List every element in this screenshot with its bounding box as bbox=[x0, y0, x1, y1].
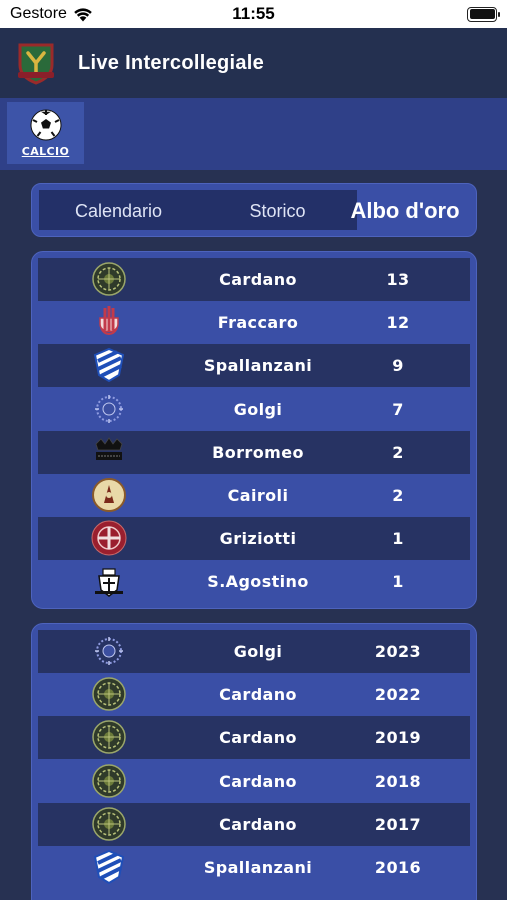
winner-year: 2016 bbox=[374, 858, 422, 877]
table-row[interactable]: Cardano 2022 bbox=[38, 673, 470, 717]
college-name: Cardano bbox=[219, 728, 297, 748]
winner-year: 2019 bbox=[374, 728, 422, 748]
app-title: Live Intercollegiale bbox=[78, 51, 265, 74]
segment-calendario[interactable]: Calendario bbox=[39, 184, 198, 238]
college-name: Cardano bbox=[219, 270, 297, 289]
sagostino-crest-icon bbox=[91, 563, 127, 599]
titles-count: 13 bbox=[386, 270, 410, 289]
golgi-crest-icon bbox=[91, 633, 127, 669]
winner-year: 2017 bbox=[374, 814, 422, 834]
table-row[interactable]: Griziotti 1 bbox=[38, 517, 470, 561]
college-name: Golgi bbox=[233, 399, 283, 419]
segment-albo-doro[interactable]: Albo d'oro bbox=[332, 184, 478, 238]
college-name: Golgi bbox=[233, 642, 283, 661]
winners-by-year-card: Golgi 2023 Cardano 2022 Cardano 2019 Cardano 20… bbox=[31, 623, 477, 900]
titles-count: 2 bbox=[392, 486, 404, 505]
fraccaro-crest-icon bbox=[91, 304, 127, 340]
carrier-label: Gestore bbox=[10, 5, 67, 22]
titles-count: 9 bbox=[392, 356, 404, 376]
winner-year: 2022 bbox=[374, 685, 422, 705]
college-name: Cairoli bbox=[227, 486, 289, 505]
app-header: Live Intercollegiale bbox=[0, 28, 507, 98]
cardano-crest-icon bbox=[91, 763, 127, 799]
table-row[interactable]: Cardano 13 bbox=[38, 258, 470, 301]
sport-tab-label: CALCIO bbox=[21, 144, 70, 158]
college-name: Spallanzani bbox=[203, 356, 313, 376]
griziotti-crest-icon bbox=[91, 520, 127, 556]
table-row[interactable]: Cardano 2017 bbox=[38, 802, 470, 846]
college-name: Spallanzani bbox=[203, 858, 313, 877]
titles-count: 1 bbox=[392, 529, 404, 549]
battery-icon bbox=[467, 6, 500, 22]
cardano-crest-icon bbox=[91, 806, 127, 842]
table-row[interactable]: Cardano 2019 bbox=[38, 716, 470, 760]
table-row[interactable]: Borromeo 2 bbox=[38, 430, 470, 474]
soccer-ball-icon bbox=[30, 109, 61, 140]
table-row[interactable]: Golgi 7 bbox=[38, 387, 470, 431]
college-name: Fraccaro bbox=[217, 313, 299, 333]
winner-year: 2018 bbox=[374, 771, 422, 791]
sport-tab-bar: CALCIO bbox=[0, 98, 507, 170]
table-row[interactable]: Spallanzani 9 bbox=[38, 344, 470, 388]
status-bar: Gestore 11:55 bbox=[0, 0, 507, 28]
wifi-icon bbox=[74, 7, 92, 21]
status-left: Gestore bbox=[10, 5, 93, 23]
college-name: Cardano bbox=[219, 771, 297, 791]
titles-ranking-card: Cardano 13 Fraccaro 12 Spallanzani 9 Golgi 7 Bor… bbox=[31, 251, 477, 609]
college-name: Griziotti bbox=[219, 529, 297, 549]
table-row[interactable]: Fraccaro 12 bbox=[38, 301, 470, 345]
spallanzani-crest-icon bbox=[91, 849, 127, 885]
app-logo-icon bbox=[18, 43, 54, 85]
borromeo-crest-icon bbox=[91, 434, 127, 470]
cardano-crest-icon bbox=[91, 719, 127, 755]
table-row[interactable]: Spallanzani 2016 bbox=[38, 846, 470, 889]
college-name: Cardano bbox=[219, 685, 297, 705]
golgi-crest-icon bbox=[91, 391, 127, 427]
table-row[interactable]: Golgi 2023 bbox=[38, 630, 470, 673]
table-row[interactable]: Cairoli 2 bbox=[38, 474, 470, 517]
cairoli-crest-icon bbox=[91, 477, 127, 513]
table-row[interactable]: Cardano 2018 bbox=[38, 759, 470, 803]
titles-count: 2 bbox=[392, 442, 404, 462]
winner-year: 2023 bbox=[374, 642, 422, 661]
college-name: Cardano bbox=[219, 814, 297, 834]
spallanzani-crest-icon bbox=[91, 347, 127, 383]
college-name: S.Agostino bbox=[207, 572, 309, 592]
titles-count: 1 bbox=[392, 572, 404, 592]
titles-count: 12 bbox=[386, 313, 410, 333]
cardano-crest-icon bbox=[91, 676, 127, 712]
table-row[interactable]: S.Agostino 1 bbox=[38, 560, 470, 604]
segmented-control: Calendario Storico Albo d'oro bbox=[31, 183, 477, 237]
titles-count: 7 bbox=[392, 399, 404, 419]
sport-tab-calcio[interactable]: CALCIO bbox=[7, 102, 84, 164]
cardano-crest-icon bbox=[91, 261, 127, 297]
college-name: Borromeo bbox=[212, 442, 304, 462]
